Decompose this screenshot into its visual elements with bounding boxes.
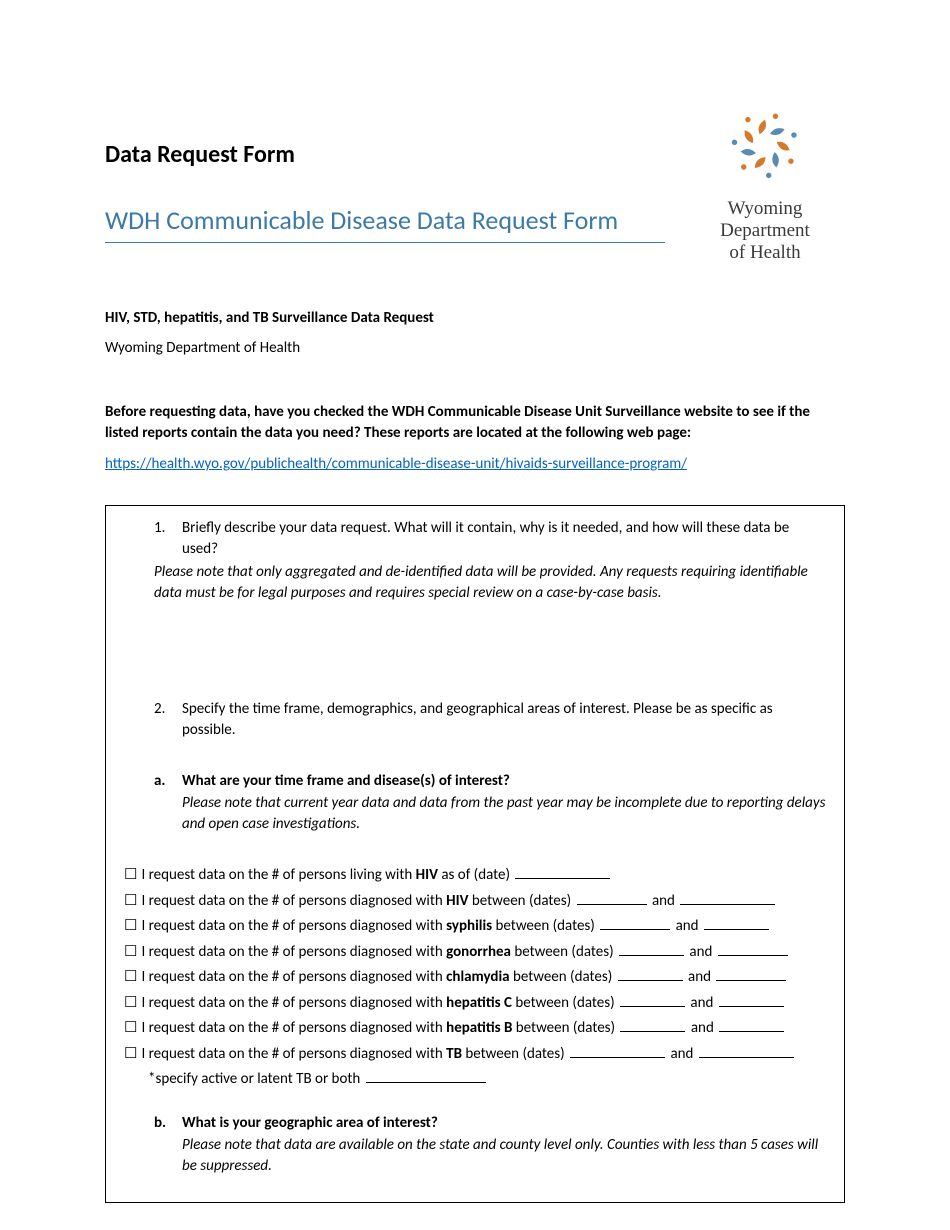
hiv-date-from-input[interactable]	[577, 891, 647, 905]
section-title: HIV, STD, hepatitis, and TB Surveillance…	[105, 309, 845, 327]
checkbox-hepb[interactable]: ☐	[124, 1016, 137, 1042]
page-title: Data Request Form	[105, 140, 685, 169]
logo-text-line2: Department	[685, 220, 845, 242]
check-hepc-text: I request data on the # of persons diagn…	[141, 991, 826, 1017]
checkbox-syphilis[interactable]: ☐	[124, 914, 137, 940]
hiv-asof-date-input[interactable]	[515, 866, 610, 880]
check-gonorrhea-text: I request data on the # of persons diagn…	[141, 940, 826, 966]
intro-instruction: Before requesting data, have you checked…	[105, 402, 845, 446]
gonorrhea-date-from-input[interactable]	[619, 942, 684, 956]
checkbox-hepc[interactable]: ☐	[124, 991, 137, 1017]
q2-number: 2.	[154, 699, 182, 720]
gonorrhea-date-to-input[interactable]	[718, 942, 788, 956]
form-container: 1. Briefly describe your data request. W…	[105, 505, 845, 1203]
chlamydia-date-from-input[interactable]	[618, 968, 683, 982]
logo-swirl-icon	[720, 100, 810, 190]
checkbox-chlamydia[interactable]: ☐	[124, 965, 137, 991]
chlamydia-date-to-input[interactable]	[716, 968, 786, 982]
department-name: Wyoming Department of Health	[105, 339, 845, 357]
checkbox-gonorrhea[interactable]: ☐	[124, 940, 137, 966]
checkbox-hiv-living[interactable]: ☐	[124, 863, 137, 889]
q1-note: Please note that only aggregated and de-…	[154, 562, 826, 604]
hepc-date-to-input[interactable]	[719, 993, 784, 1007]
check-tb-text: I request data on the # of persons diagn…	[141, 1042, 826, 1068]
hepb-date-to-input[interactable]	[719, 1019, 784, 1033]
q2b-letter: b.	[154, 1113, 182, 1134]
check-hepb-text: I request data on the # of persons diagn…	[141, 1016, 826, 1042]
hepb-date-from-input[interactable]	[620, 1019, 685, 1033]
org-logo: Wyoming Department of Health	[685, 60, 845, 264]
q2b-note: Please note that data are available on t…	[182, 1135, 826, 1177]
q2-text: Specify the time frame, demographics, an…	[182, 699, 826, 741]
q1-number: 1.	[154, 518, 182, 539]
surveillance-url-link[interactable]: https://health.wyo.gov/publichealth/comm…	[105, 455, 845, 473]
checkbox-hiv-diag[interactable]: ☐	[124, 889, 137, 915]
q2b-title: What is your geographic area of interest…	[182, 1113, 826, 1134]
hiv-date-to-input[interactable]	[680, 891, 775, 905]
syphilis-date-from-input[interactable]	[600, 917, 670, 931]
check-hiv-diag-text: I request data on the # of persons diagn…	[141, 889, 826, 915]
hepc-date-from-input[interactable]	[620, 993, 685, 1007]
logo-text-line3: of Health	[685, 242, 845, 264]
check-hiv-living-text: I request data on the # of persons livin…	[141, 863, 826, 889]
check-syphilis-text: I request data on the # of persons diagn…	[141, 914, 826, 940]
q2a-title: What are your time frame and disease(s) …	[182, 771, 826, 792]
q2a-letter: a.	[154, 771, 182, 792]
syphilis-date-to-input[interactable]	[704, 917, 769, 931]
tb-date-from-input[interactable]	[570, 1044, 665, 1058]
checkbox-tb[interactable]: ☐	[124, 1042, 137, 1068]
tb-specify-input[interactable]	[366, 1070, 486, 1084]
tb-date-to-input[interactable]	[699, 1044, 794, 1058]
check-chlamydia-text: I request data on the # of persons diagn…	[141, 965, 826, 991]
q1-text: Briefly describe your data request. What…	[182, 518, 826, 560]
tb-specify-note: *specify active or latent TB or both	[148, 1067, 826, 1093]
q2a-note: Please note that current year data and d…	[182, 793, 826, 835]
logo-text-line1: Wyoming	[685, 198, 845, 220]
form-title: WDH Communicable Disease Data Request Fo…	[105, 204, 665, 243]
